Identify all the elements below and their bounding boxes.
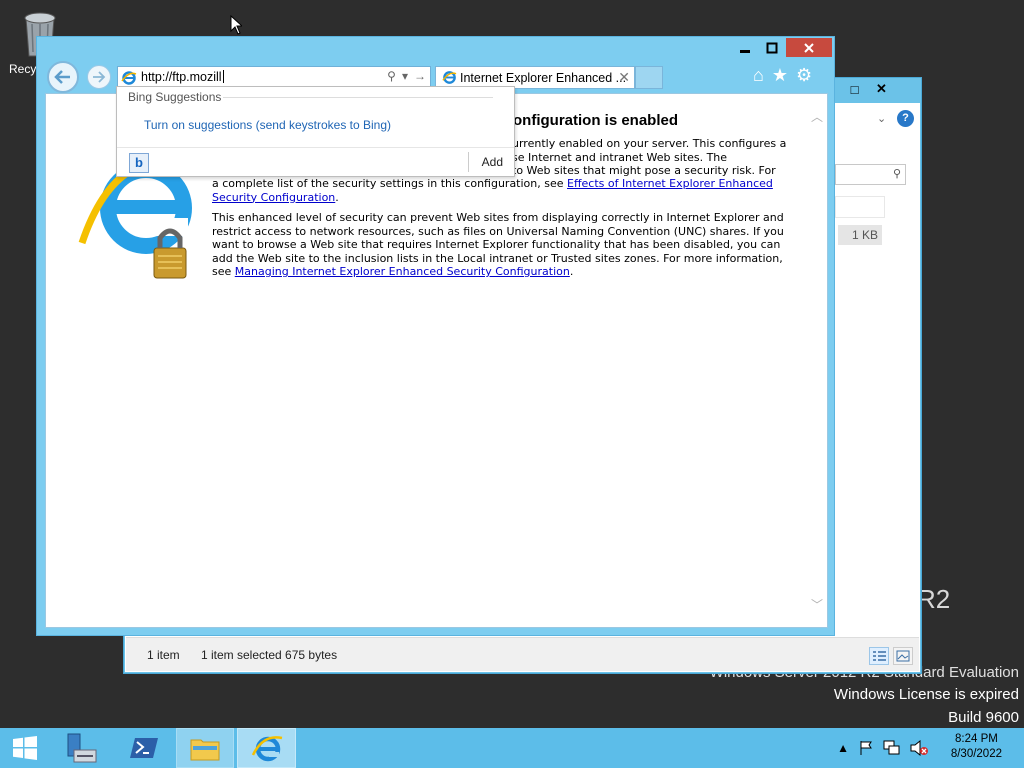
ie-tab-icon xyxy=(442,71,457,84)
page-heading: onfiguration is enabled xyxy=(513,112,679,129)
ie-caption-buttons xyxy=(731,38,832,57)
ie-minimize-button[interactable] xyxy=(731,38,758,57)
show-hidden-icons-chevron-icon[interactable]: ▲ xyxy=(837,741,849,755)
dropdown-arrow-icon[interactable]: ▾ xyxy=(402,69,408,83)
watermark-license: Windows License is expired xyxy=(833,686,1019,703)
suggestions-header: Bing Suggestions xyxy=(128,90,222,104)
file-explorer-taskbar-button[interactable] xyxy=(176,728,234,768)
paragraph-2: This enhanced level of security can prev… xyxy=(212,211,784,278)
go-arrow-icon[interactable]: → xyxy=(414,69,426,83)
ie-page-icon xyxy=(121,71,137,85)
address-tools: ⚲ ▾ → xyxy=(387,69,426,83)
details-view-icon xyxy=(873,651,886,661)
ie-close-button[interactable] xyxy=(786,38,832,57)
status-selection: 1 item selected 675 bytes xyxy=(201,648,338,662)
folder-icon xyxy=(190,739,220,761)
new-tab-button[interactable] xyxy=(635,66,663,89)
taskbar-clock[interactable]: 8:24 PM 8/30/2022 xyxy=(951,732,1002,762)
help-icon[interactable]: ? xyxy=(897,110,914,127)
details-view-button[interactable] xyxy=(869,647,889,665)
paragraph-1-line-3: to Web sites that might pose a security … xyxy=(512,164,776,177)
suggestions-footer: b Add xyxy=(117,147,514,176)
address-suggestions-dropdown: Bing Suggestions Turn on suggestions (se… xyxy=(116,86,515,177)
back-button[interactable] xyxy=(47,61,79,93)
explorer-search-input[interactable]: ⚲ xyxy=(835,164,906,185)
explorer-column-header xyxy=(835,196,885,218)
clock-time: 8:24 PM xyxy=(955,733,998,745)
arrow-left-icon xyxy=(54,70,70,84)
ie-command-icons: ⌂ ★ ⚙ xyxy=(753,65,812,85)
explorer-close-button[interactable]: ✕ xyxy=(868,80,895,98)
start-button[interactable] xyxy=(0,728,50,768)
explorer-status-bar: 1 item 1 item selected 675 bytes xyxy=(126,637,919,671)
network-icon[interactable] xyxy=(883,740,901,756)
windows-logo-icon xyxy=(13,736,37,760)
tab-close-icon[interactable]: ✕ xyxy=(618,69,630,86)
watermark-build: Build 9600 xyxy=(948,709,1019,726)
status-item-count: 1 item xyxy=(147,648,180,662)
file-size-cell: 1 KB xyxy=(838,225,882,245)
volume-muted-icon[interactable] xyxy=(910,740,928,756)
powershell-icon xyxy=(130,738,158,758)
scroll-down-arrow-icon[interactable]: ﹀ xyxy=(811,596,823,613)
search-icon[interactable]: ⚲ xyxy=(387,69,396,83)
server-manager-icon xyxy=(67,733,97,763)
paragraph-1-line-2: se Internet and intranet Web sites. The xyxy=(512,150,728,164)
action-center-flag-icon[interactable] xyxy=(858,740,874,756)
add-search-provider-button[interactable]: Add xyxy=(482,155,503,169)
explorer-maximize-button[interactable]: □ xyxy=(841,80,868,98)
explorer-caption-buttons: □ ✕ xyxy=(841,80,895,98)
internet-explorer-taskbar-button[interactable] xyxy=(237,728,296,768)
server-manager-taskbar-button[interactable] xyxy=(54,728,108,768)
minimize-icon xyxy=(739,49,750,53)
maximize-icon xyxy=(766,42,777,53)
large-icons-view-icon xyxy=(896,650,910,662)
taskbar: ▲ 8:24 PM 8/30/2022 xyxy=(0,728,1024,768)
system-tray: ▲ xyxy=(837,740,928,756)
managing-esc-link[interactable]: Managing Internet Explorer Enhanced Secu… xyxy=(235,265,570,278)
paragraph-1-continuation: a complete list of the security settings… xyxy=(212,177,773,204)
search-icon: ⚲ xyxy=(892,168,901,180)
paragraph-1-text: a complete list of the security settings… xyxy=(212,177,568,190)
suggestions-divider xyxy=(223,97,493,98)
add-divider xyxy=(468,152,469,172)
ie-taskbar-icon xyxy=(251,736,282,762)
scroll-up-arrow-icon[interactable]: ︿ xyxy=(811,108,823,125)
favorites-star-icon[interactable]: ★ xyxy=(772,65,788,85)
mouse-cursor-icon xyxy=(230,15,242,35)
bing-logo-icon[interactable]: b xyxy=(129,153,149,173)
tab-title: Internet Explorer Enhanced ... xyxy=(460,71,627,85)
settings-gear-icon[interactable]: ⚙ xyxy=(796,65,812,85)
arrow-right-icon xyxy=(93,71,106,83)
address-bar[interactable]: http://ftp.mozill ⚲ ▾ → xyxy=(117,66,431,88)
chevron-down-icon[interactable]: ⌄ xyxy=(877,112,886,125)
paragraph-1-lines: urrently enabled on your server. This co… xyxy=(512,137,842,178)
large-icons-view-button[interactable] xyxy=(893,647,913,665)
paragraph-1-line-1: urrently enabled on your server. This co… xyxy=(512,137,787,150)
clock-date: 8/30/2022 xyxy=(950,748,1002,760)
address-url-input[interactable]: http://ftp.mozill xyxy=(141,70,224,84)
powershell-taskbar-button[interactable] xyxy=(115,728,173,768)
home-icon[interactable]: ⌂ xyxy=(753,65,764,85)
explorer-address-controls: ⌄ ? xyxy=(831,107,923,131)
close-icon xyxy=(804,42,814,53)
forward-button[interactable] xyxy=(87,65,111,89)
turn-on-suggestions-link[interactable]: Turn on suggestions (send keystrokes to … xyxy=(144,118,391,132)
ie-maximize-button[interactable] xyxy=(758,38,785,57)
